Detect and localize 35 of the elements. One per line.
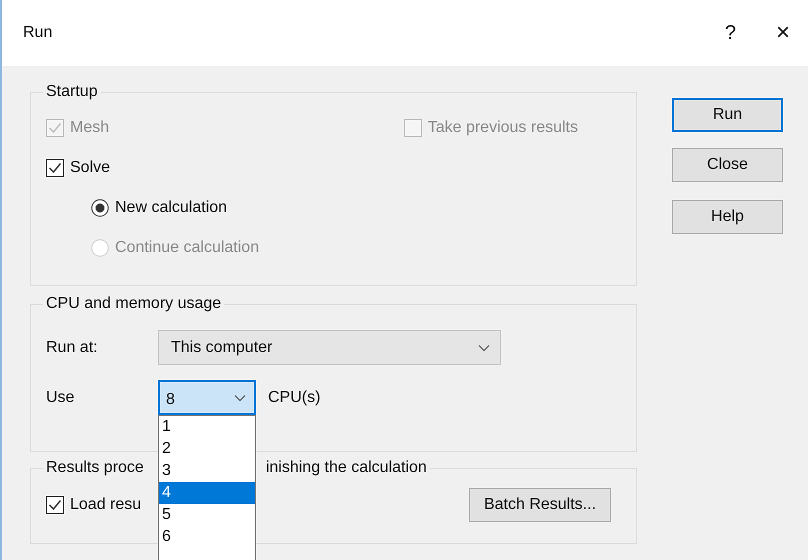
list-option[interactable]: 5 xyxy=(159,504,255,526)
checkbox-label: Solve xyxy=(70,158,110,178)
radio-button[interactable] xyxy=(91,199,109,217)
unit-label: CPU(s) xyxy=(268,388,320,408)
checkbox-label: Take previous results xyxy=(428,118,578,138)
batch-results-button[interactable]: Batch Results... xyxy=(469,488,611,522)
dialog-button[interactable]: Help xyxy=(672,200,783,234)
dropdown[interactable]: 8 xyxy=(158,380,256,415)
dropdown-value: This computer xyxy=(171,338,272,358)
list-option[interactable]: 3 xyxy=(159,460,255,482)
list-option[interactable]: 1 xyxy=(159,416,255,438)
field-label: Run at: xyxy=(46,338,99,358)
window-title: Run xyxy=(23,23,52,43)
checkbox[interactable] xyxy=(46,496,64,514)
group-label: Results proce xyxy=(46,458,144,478)
list-option[interactable]: 6 xyxy=(159,526,255,548)
list-option[interactable]: 4 xyxy=(159,482,255,504)
group-label: CPU and memory usage xyxy=(45,294,222,314)
checkbox-label: Load resu xyxy=(70,495,142,515)
chevron-down-icon xyxy=(478,344,490,352)
dropdown-value: 8 xyxy=(166,390,175,410)
group-label: inishing the calculation xyxy=(266,458,427,478)
radio-label: New calculation xyxy=(115,198,228,218)
field-label: Use xyxy=(46,388,76,408)
dialog-button[interactable]: Close xyxy=(672,148,783,182)
dialog-button[interactable]: Run xyxy=(672,98,783,132)
dropdown[interactable]: This computer xyxy=(158,330,501,365)
group-label: Startup xyxy=(45,82,99,102)
radio-label: Continue calculation xyxy=(115,238,260,258)
checkbox[interactable] xyxy=(46,159,64,177)
checkbox-label: Mesh xyxy=(70,118,110,138)
help-button[interactable]: ? xyxy=(724,23,736,43)
close-button[interactable]: × xyxy=(776,21,790,45)
list-option[interactable]: 2 xyxy=(159,438,255,460)
chevron-down-icon xyxy=(234,394,246,402)
